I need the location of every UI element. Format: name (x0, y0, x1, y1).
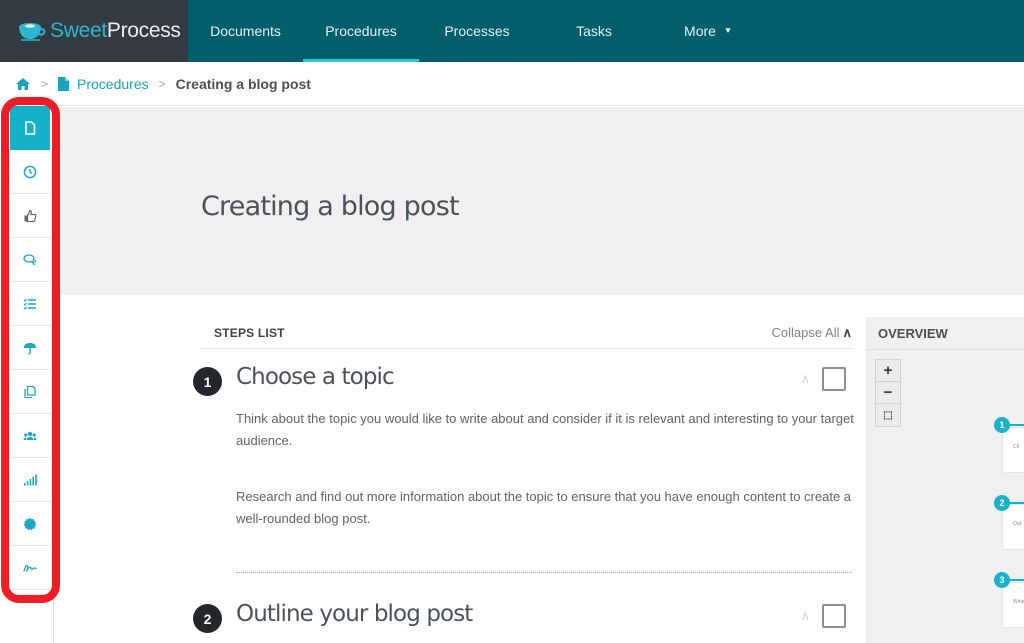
overview-title: OVERVIEW (866, 317, 1024, 350)
overview-node[interactable]: Ch (1002, 427, 1024, 473)
thumbs-up-icon (24, 209, 37, 222)
umbrella-icon (24, 342, 36, 355)
rail-item-team[interactable] (10, 414, 50, 458)
step-collapse-chevron-icon[interactable]: ∧ (800, 608, 810, 624)
nav-processes[interactable]: Processes (419, 0, 535, 62)
nav-tasks[interactable]: Tasks (535, 0, 653, 62)
step-number-badge: 1 (193, 367, 222, 396)
overview-node-badge: 3 (994, 572, 1010, 588)
rail-item-checklist[interactable] (10, 282, 50, 326)
page-header: Creating a blog post (54, 107, 1024, 295)
rail-item-approvals[interactable] (10, 194, 50, 238)
signal-bars-icon (24, 474, 37, 485)
rail-item-comments[interactable] (10, 238, 50, 282)
breadcrumb-current: Creating a blog post (175, 75, 311, 92)
overview-connector (1010, 502, 1024, 504)
rail-item-signoff[interactable] (10, 546, 50, 590)
page-title: Creating a blog post (201, 191, 460, 222)
step-paragraph: Think about the topic you would like to … (236, 411, 854, 448)
step-title[interactable]: Outline your blog post (236, 601, 473, 627)
chevron-down-icon: ⯆ (723, 25, 732, 37)
nav-more[interactable]: More ⯆ (653, 0, 763, 62)
steps-list: STEPS LIST Collapse All ∧ 1 Choose a topi… (193, 318, 854, 633)
rail-item-history[interactable] (10, 150, 50, 194)
rail-item-copies[interactable] (10, 370, 50, 414)
rail-item-certification[interactable] (10, 502, 50, 546)
main-nav: Documents Procedures Processes Tasks Mor… (188, 0, 763, 62)
breadcrumb-separator: > (41, 76, 49, 91)
steps-list-header: STEPS LIST Collapse All ∧ (200, 318, 852, 349)
copy-icon (24, 385, 36, 398)
nav-procedures[interactable]: Procedures (303, 0, 419, 62)
side-rail (10, 106, 50, 590)
top-navbar: SweetProcess Documents Procedures Proces… (0, 0, 1024, 62)
fit-screen-button[interactable]: ⬚ (876, 404, 900, 426)
checklist-icon (23, 298, 36, 310)
overview-node[interactable]: Out (1002, 504, 1024, 550)
breadcrumb-procedures-link[interactable]: Procedures (77, 76, 149, 92)
overview-connector (1010, 579, 1024, 581)
rail-divider (53, 106, 54, 643)
rail-item-policies[interactable] (10, 326, 50, 370)
badge-icon (23, 517, 37, 530)
nav-documents[interactable]: Documents (188, 0, 303, 62)
step-paragraph: Research and find out more information a… (236, 489, 852, 526)
overview-zoom-controls: + − ⬚ (875, 359, 901, 427)
document-icon (25, 120, 36, 135)
steps-list-title: STEPS LIST (214, 326, 285, 340)
step-complete-checkbox[interactable] (822, 604, 846, 628)
zoom-in-button[interactable]: + (876, 360, 900, 382)
coffee-cup-logo-icon (19, 23, 46, 41)
comments-icon (23, 253, 37, 265)
step-complete-checkbox[interactable] (822, 367, 846, 391)
signature-icon (23, 564, 37, 572)
overview-node-badge: 1 (994, 417, 1010, 433)
overview-connector (1010, 424, 1024, 426)
chevron-up-icon: ∧ (842, 325, 852, 340)
home-icon[interactable] (15, 77, 31, 91)
clock-icon (23, 165, 37, 178)
zoom-out-button[interactable]: − (876, 382, 900, 404)
logo-text: SweetProcess (50, 19, 181, 42)
document-icon (58, 76, 70, 91)
step-title[interactable]: Choose a topic (236, 364, 395, 390)
breadcrumb-separator: > (158, 76, 166, 91)
step-collapse-chevron-icon[interactable]: ∧ (800, 371, 810, 387)
rail-item-stats[interactable] (10, 458, 50, 502)
collapse-all-button[interactable]: Collapse All ∧ (772, 325, 852, 341)
step-number-badge: 2 (193, 604, 222, 633)
overview-node[interactable]: Write (1002, 582, 1024, 628)
rail-item-details[interactable] (10, 106, 50, 150)
logo[interactable]: SweetProcess (0, 0, 188, 62)
step-divider (236, 572, 852, 573)
users-icon (23, 431, 37, 440)
overview-node-badge: 2 (994, 495, 1010, 511)
breadcrumb: > Procedures > Creating a blog post (0, 62, 1024, 106)
fit-screen-icon: ⬚ (883, 409, 893, 421)
overview-panel: OVERVIEW + − ⬚ Ch 1 Out 2 Write 3 (866, 317, 1024, 643)
